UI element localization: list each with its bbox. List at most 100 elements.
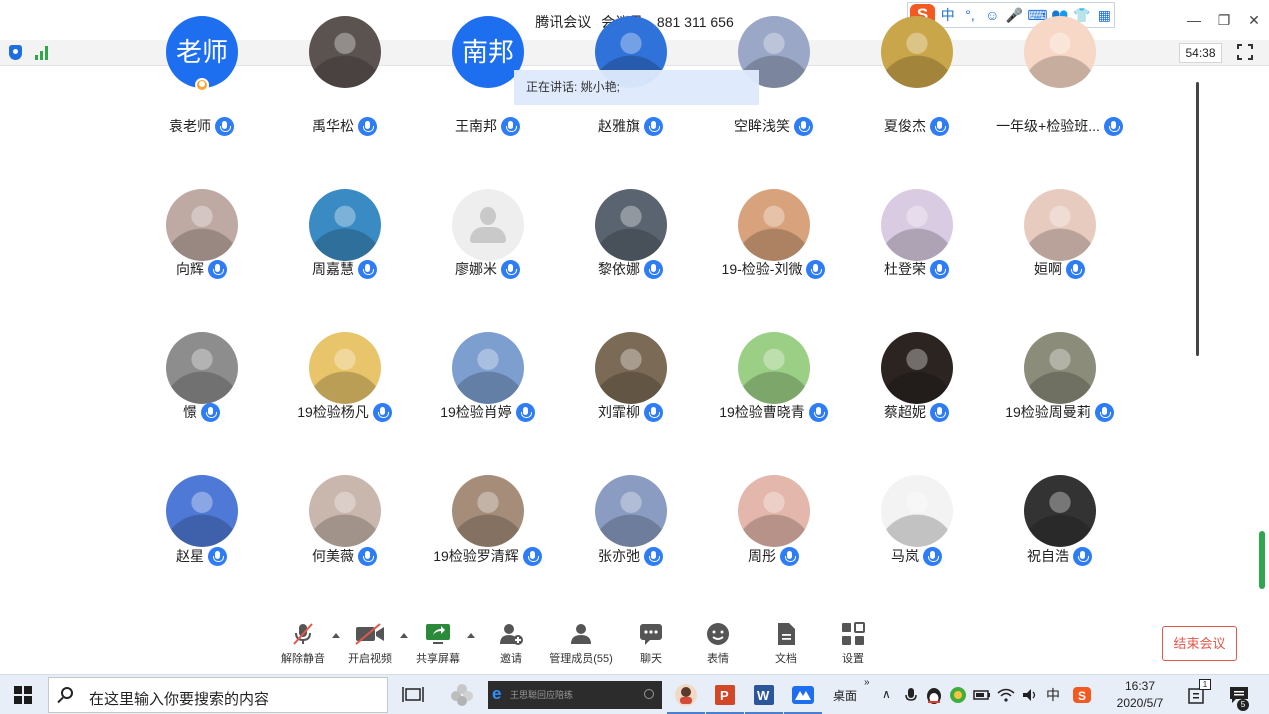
participant-avatar[interactable] [166,475,238,547]
side-scroll-handle[interactable] [1259,531,1265,589]
chat-label: 聊天 [640,653,662,665]
participant-avatar[interactable] [309,475,381,547]
microphone-icon [808,402,828,422]
tencent-meeting-app-icon[interactable] [791,683,815,707]
cortana-flower-icon[interactable] [450,683,474,707]
edge-taskbar-search[interactable]: e 王思聪回应陪练 [488,681,662,709]
participant-name-row: 杜登荣 [845,259,988,279]
reactions-button[interactable]: 表情 [683,622,753,670]
svg-text:P: P [720,688,729,703]
participant-avatar[interactable] [738,475,810,547]
participant-tile[interactable]: 蔡超妮 [845,0,988,600]
participant-tile[interactable]: 姮啊 [988,0,1131,600]
documents-label: 文档 [775,653,797,665]
edge-browser-icon: e [492,684,502,703]
participant-tile[interactable]: 向辉 [130,0,273,600]
participant-tile[interactable]: 一年级+检验班... [988,0,1131,600]
security-guard-icon[interactable] [948,683,968,707]
windows-start-icon[interactable] [14,686,32,704]
participant-avatar[interactable] [881,475,953,547]
participant-avatar[interactable] [738,189,810,261]
participant-avatar[interactable] [881,189,953,261]
participant-tile[interactable]: 夏俊杰 [845,0,988,600]
participant-name: 一年级+检验班... [996,118,1100,134]
share-screen-button[interactable]: 共享屏幕 [403,622,473,670]
participant-avatar[interactable] [309,16,381,88]
participant-avatar[interactable] [881,16,953,88]
close-button[interactable]: ✕ [1242,10,1266,30]
participant-name-row: 周彤 [702,546,845,566]
sogou-tray-icon[interactable]: S [1072,683,1092,707]
tray-microphone-icon[interactable] [902,683,920,707]
taskbar-clock[interactable]: 16:37 2020/5/7 [1110,678,1170,712]
toolbar-expand-icon[interactable]: » [864,677,870,688]
participant-tile[interactable]: 19检验周曼莉 [988,0,1131,600]
participant-tile[interactable]: 19检验杨凡 [273,0,416,600]
participant-avatar[interactable] [1024,332,1096,404]
participant-avatar[interactable] [1024,189,1096,261]
documents-button[interactable]: 文档 [751,622,821,670]
participant-tile[interactable]: 祝自浩 [988,0,1131,600]
tencent-meeting-avatar-icon[interactable] [674,683,698,707]
participant-avatar[interactable] [309,332,381,404]
taskbar-search-box[interactable]: 在这里输入你要搜索的内容 [48,677,388,713]
grid-scrollbar[interactable] [1196,82,1199,356]
share-options-caret[interactable] [467,633,475,638]
participant-avatar[interactable] [309,189,381,261]
participant-avatar[interactable] [1024,475,1096,547]
desktop-toolbar-label[interactable]: 桌面 [833,687,857,704]
microphone-icon [923,546,942,566]
participant-avatar[interactable]: 老师 [166,16,238,88]
participant-name-row: 赵雅旗 [559,116,702,136]
invite-button[interactable]: 邀请 [476,622,546,670]
microphone-icon [1066,259,1085,279]
participant-tile[interactable]: 周嘉慧 [273,0,416,600]
reactions-label: 表情 [707,653,729,665]
task-view-icon[interactable] [401,683,425,707]
participant-tile[interactable]: 何美薇 [273,0,416,600]
participant-name-row: 袁老师 [130,116,273,136]
participant-tile[interactable]: 杜登荣 [845,0,988,600]
participant-name-row: 廖娜米 [416,259,559,279]
participant-avatar[interactable] [166,332,238,404]
invite-label: 邀请 [500,653,522,665]
volume-icon[interactable] [1020,683,1040,707]
microphone-icon [644,402,663,422]
participant-name: 周彤 [748,548,776,564]
participant-tile[interactable]: 禹华松 [273,0,416,600]
microphone-icon [208,259,227,279]
default-avatar-icon[interactable] [452,189,524,261]
show-hidden-icons-chevron-icon[interactable]: ∧ [882,687,891,701]
restore-button[interactable]: ❐ [1212,10,1236,30]
participant-tile[interactable]: 马岚 [845,0,988,600]
input-language-indicator[interactable]: 中 [1046,685,1060,705]
participant-avatar[interactable] [1024,16,1096,88]
members-icon [568,622,594,646]
participant-name: 空眸浅笑 [734,118,790,134]
participant-avatar[interactable] [595,189,667,261]
participant-tile[interactable]: 憬 [130,0,273,600]
participant-tile[interactable]: 老师 袁老师 [130,0,273,600]
participant-avatar[interactable] [595,332,667,404]
wifi-icon[interactable] [996,683,1016,707]
word-icon[interactable]: W [752,683,776,707]
participant-avatar[interactable] [166,189,238,261]
powerpoint-icon[interactable]: P [713,683,737,707]
participant-avatar[interactable] [452,332,524,404]
chat-button[interactable]: 聊天 [616,622,686,670]
qq-penguin-icon[interactable] [924,683,944,707]
settings-button[interactable]: 设置 [818,622,888,670]
participant-avatar[interactable] [452,475,524,547]
participant-name-row: 马岚 [845,546,988,566]
participant-avatar[interactable] [595,475,667,547]
manage-members-button[interactable]: 管理成员(55) [546,622,616,670]
participant-avatar[interactable] [738,332,810,404]
share-screen-icon [425,622,451,646]
participant-avatar[interactable] [881,332,953,404]
unmute-button[interactable]: 解除静音 [268,622,338,670]
fullscreen-icon[interactable] [1237,44,1253,60]
start-video-button[interactable]: 开启视频 [335,622,405,670]
end-meeting-button[interactable]: 结束会议 [1162,626,1237,661]
participant-tile[interactable]: 赵星 [130,0,273,600]
battery-icon[interactable] [972,683,992,707]
